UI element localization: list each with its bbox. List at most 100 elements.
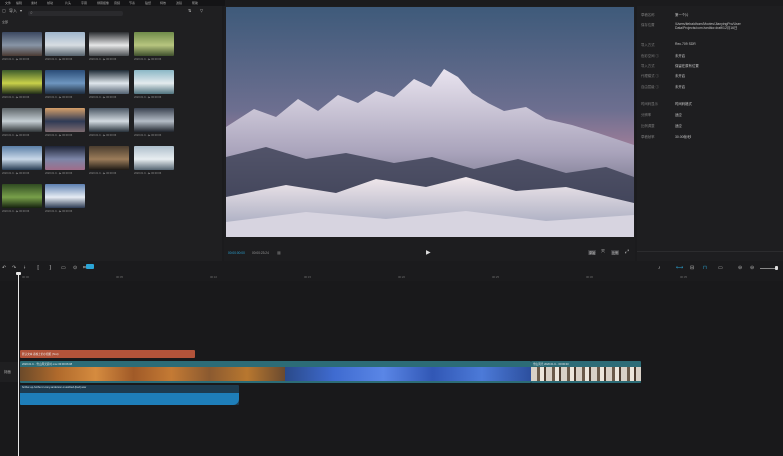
media-thumbnail-caption: 2020.01.0... ▶ 00:00:06 — [134, 96, 162, 99]
inspector-label-5: 导入方式 — [641, 64, 655, 68]
media-thumbnail[interactable] — [2, 146, 42, 170]
freeze-icon[interactable]: ⊙ — [73, 263, 77, 273]
inspector-label-11: 比例调整 — [641, 124, 655, 128]
inspector-label-0: 草稿名称 — [641, 13, 655, 17]
media-thumbnail-caption: 2020.01.0... ▶ 00:00:06 — [89, 58, 117, 61]
inspector-value-12: 30.00帧/秒 — [675, 135, 692, 139]
search-input[interactable]: ⌕ — [28, 10, 123, 16]
media-thumbnail-caption: 2020.01.0... ▶ 00:00:06 — [2, 58, 30, 61]
video-clip-1[interactable]: 2020.01.0... 雪山风光延时.mov 00:00:06:08 — [20, 361, 531, 383]
media-thumbnail[interactable] — [2, 70, 42, 94]
playhead[interactable] — [18, 272, 19, 456]
media-thumbnail[interactable] — [45, 184, 85, 208]
cover-button[interactable]: 封面 — [0, 362, 18, 382]
media-thumbnail-caption: 2020.01.0... ▶ 00:00:06 — [89, 172, 117, 175]
media-thumbnail-caption: 2020.01.0... ▶ 00:00:06 — [45, 172, 73, 175]
inspector-label-6: 代理模式 ⓘ — [641, 74, 659, 78]
media-thumbnail[interactable] — [2, 32, 42, 56]
sort-icon[interactable]: ⇅ — [188, 6, 191, 15]
inspector-value-4: 未开启 — [675, 54, 686, 58]
snap-icon[interactable]: ⊟ — [690, 263, 694, 273]
ruler-label-2: 00:10 — [210, 275, 217, 279]
media-thumbnail[interactable] — [45, 146, 85, 170]
media-thumbnail-caption: 2020.01.0... ▶ 00:00:06 — [45, 96, 73, 99]
inspector-value-3: Rec.709 SDR — [675, 42, 696, 46]
search-icon: ⌕ — [30, 10, 33, 16]
audio-clip-label: further-up-further-in-tony-anderson-musi… — [22, 386, 87, 389]
media-thumbnail[interactable] — [89, 146, 129, 170]
media-thumbnail-caption: 2020.01.0... ▶ 00:00:06 — [2, 172, 30, 175]
microphone-icon[interactable]: ♪ — [658, 263, 661, 273]
play-icon[interactable]: ▶ — [426, 249, 431, 256]
inspector-label-3: 导入方式 — [641, 43, 655, 47]
audio-clip[interactable]: further-up-further-in-tony-anderson-musi… — [20, 385, 239, 405]
cover-label: 封面 — [4, 370, 11, 374]
audio-waveform — [20, 393, 239, 405]
preview-controls: 00:00:00:00 00:00:23:24 ▦ ▶ 原始 ⤧ 比例 ⤢ — [224, 246, 635, 260]
split-right-icon[interactable]: ⟧ — [49, 263, 51, 273]
media-thumbnail-caption: 2020.01.0... ▶ 00:00:06 — [134, 134, 162, 137]
split-icon[interactable]: ⟊ — [24, 263, 25, 273]
zoom-fit-icon[interactable]: ⊖ — [750, 263, 754, 273]
inspector-label-12: 草稿帧率 — [641, 135, 655, 139]
ai-badge[interactable] — [86, 264, 94, 269]
media-thumbnail[interactable] — [134, 70, 174, 94]
inspector-label-1: 保存位置 — [641, 23, 655, 27]
undo-icon[interactable]: ↶ — [2, 263, 6, 273]
inspector-value-7: 未开启 — [675, 85, 686, 89]
media-thumbnail-caption: 2020.01.0... ▶ 00:00:06 — [89, 96, 117, 99]
timeline-toolbar: ↶ ↷ ⟊ ⟦ ⟧ ▭ ⊙ ⌗ ♪ ⟷ ⊟ ⊓ ▭ ⊖ ⊖ — [0, 263, 783, 273]
crop-icon[interactable]: ⤧ — [601, 249, 605, 255]
media-thumbnail-caption: 2020.01.0... ▶ 00:00:06 — [134, 58, 162, 61]
split-left-icon[interactable]: ⟦ — [37, 263, 39, 273]
total-time: 00:00:23:24 — [252, 251, 269, 255]
media-thumbnail[interactable] — [134, 146, 174, 170]
ruler-label-3: 00:15 — [304, 275, 311, 279]
video-clip-2[interactable]: 雪山风光 2020.01.0... 00:00:03 — [531, 361, 641, 383]
media-thumbnail[interactable] — [2, 184, 42, 208]
folder-icon[interactable]: ▢ — [2, 6, 6, 15]
media-thumbnail[interactable] — [2, 108, 42, 132]
media-thumbnail[interactable] — [89, 32, 129, 56]
app-window: 文件 编辑 素材 帧动 片头 字幕 绿幕抠像 音频 节奏 贴纸 特效 滤镜 帮助 ▢ 导入 ▾ ⇅ ▽ … — [0, 0, 783, 456]
video-clip-1-thumbnails — [20, 367, 285, 381]
grid-icon[interactable]: ▦ — [277, 250, 281, 255]
media-thumbnail-caption: 2020.01.0... ▶ 00:00:06 — [2, 134, 30, 137]
media-thumbnail[interactable] — [134, 32, 174, 56]
ruler-label-0: 00:00 — [22, 275, 29, 279]
zoom-out-icon[interactable]: ⊖ — [738, 263, 742, 273]
media-thumbnail-caption: 2020.01.0... ▶ 00:00:06 — [134, 172, 162, 175]
inspector-value-5: 保留在原有位置 — [675, 64, 699, 68]
preview-axis-icon[interactable]: ▭ — [718, 263, 723, 273]
inspector-value-10: 适应 — [675, 113, 682, 117]
link-icon[interactable]: ⟷ — [676, 263, 683, 273]
video-clip-1-label: 2020.01.0... 雪山风光延时.mov 00:00:06:08 — [22, 363, 73, 366]
inspector-value-0: 第一个片 — [675, 13, 689, 17]
filter-icon[interactable]: ▽ — [200, 6, 203, 15]
import-button[interactable]: 导入 — [9, 6, 17, 15]
inspector-value-6: 未开启 — [675, 74, 686, 78]
media-thumbnail[interactable] — [134, 108, 174, 132]
inspector-label-10: 分辨率 — [641, 113, 652, 117]
media-thumbnail[interactable] — [45, 108, 85, 132]
ruler-label-1: 00:05 — [116, 275, 123, 279]
video-clip-2-label: 雪山风光 2020.01.0... 00:00:03 — [533, 363, 569, 366]
preview-video[interactable] — [226, 7, 634, 237]
magnet-icon[interactable]: ⊓ — [703, 263, 707, 273]
media-thumbnail[interactable] — [89, 70, 129, 94]
media-thumbnail-caption: 2020.01.0... ▶ 00:00:06 — [45, 58, 73, 61]
import-dropdown-icon[interactable]: ▾ — [20, 6, 22, 15]
fit-button[interactable]: 比例 — [611, 250, 620, 255]
draft-settings-panel: 草稿名称 第一个片 保存位置 /Users/tiebaidhom/Movies/… — [637, 6, 783, 261]
fullscreen-icon[interactable]: ⤢ — [625, 249, 629, 255]
inspector-value-1: /Users/tiebaidhom/Movies/JianyingPro/Use… — [675, 22, 741, 31]
zoom-slider-handle[interactable] — [775, 266, 778, 270]
ratio-button[interactable]: 原始 — [588, 250, 597, 255]
media-filter-tag[interactable]: 全部 — [2, 20, 8, 24]
text-clip[interactable]: 默认文本 春晚上的小姐姐 (Text) — [20, 350, 195, 358]
media-thumbnail[interactable] — [89, 108, 129, 132]
media-thumbnail[interactable] — [45, 32, 85, 56]
media-thumbnail[interactable] — [45, 70, 85, 94]
inspector-value-9: 时间码格式 — [675, 102, 692, 106]
delete-icon[interactable]: ▭ — [61, 263, 66, 273]
